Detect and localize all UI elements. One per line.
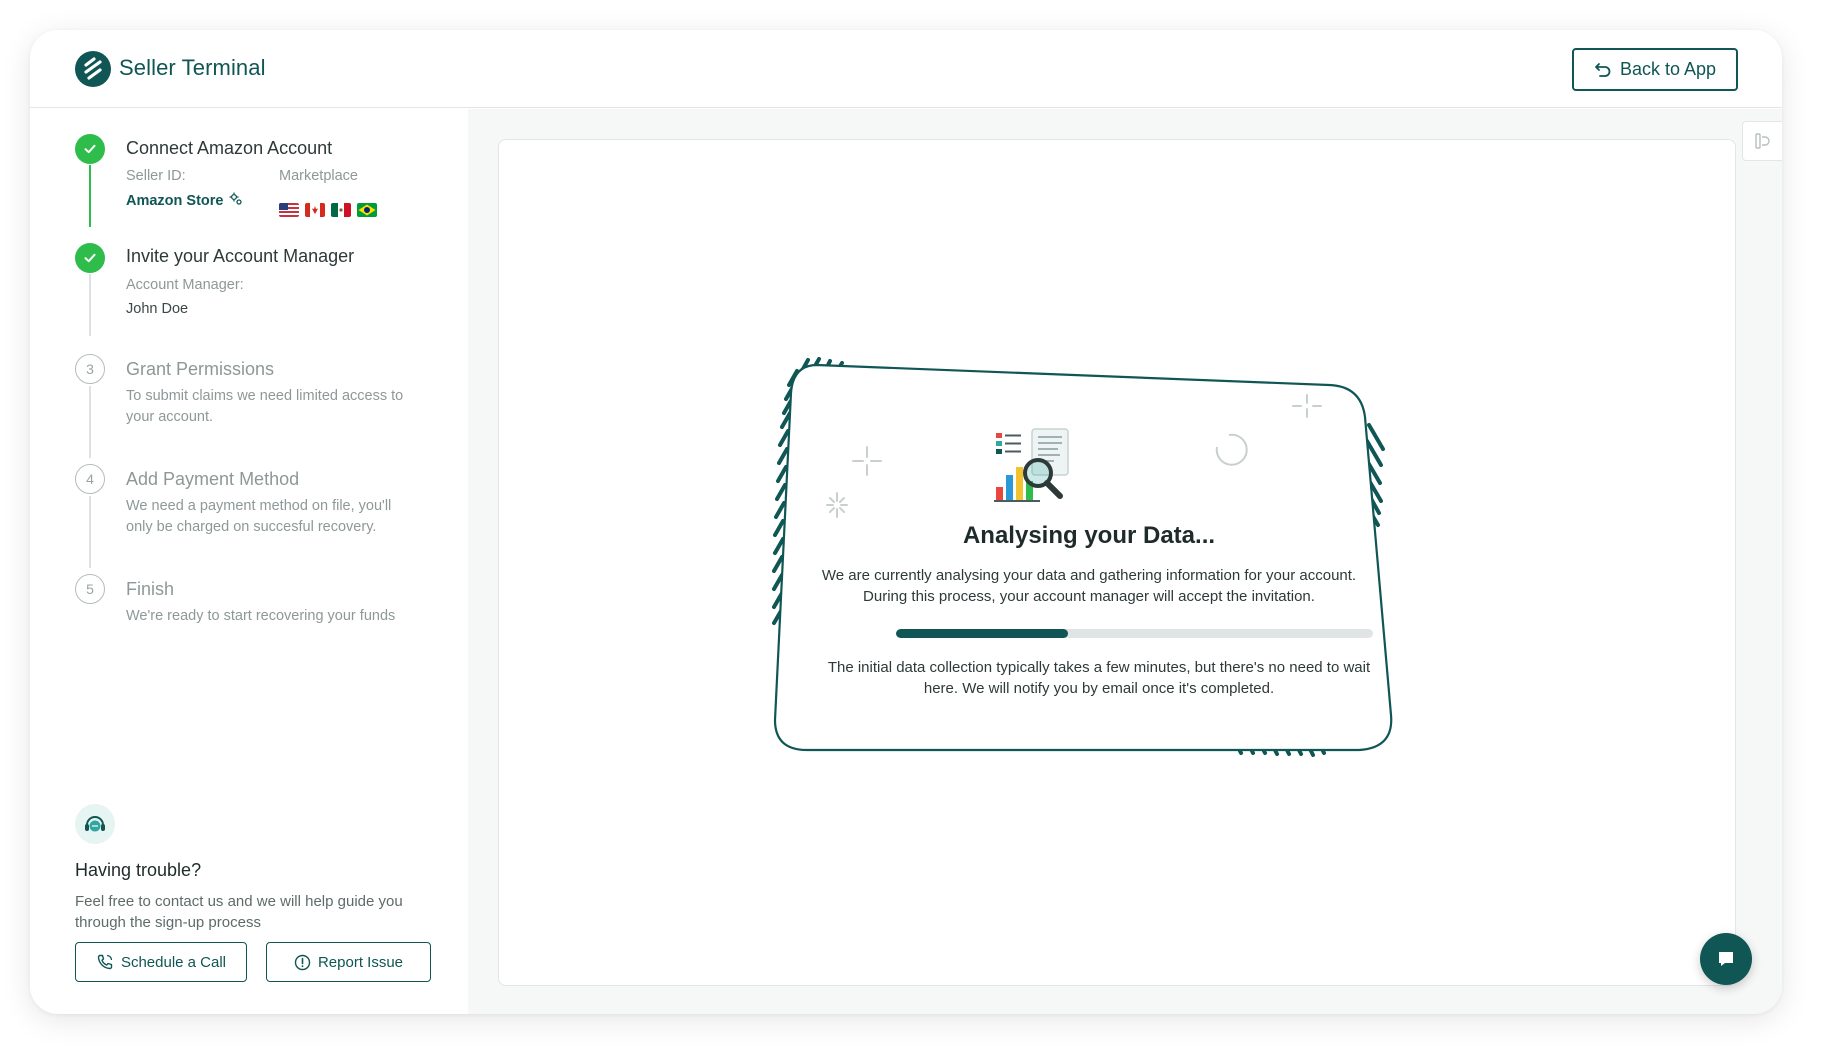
headset-chat-icon bbox=[75, 804, 115, 844]
brand-name: Seller Terminal bbox=[119, 55, 266, 80]
account-manager-value: John Doe bbox=[126, 301, 189, 317]
step-connector bbox=[89, 274, 91, 336]
top-header: Seller Terminal Back to App bbox=[30, 30, 1782, 108]
brazil-flag-icon bbox=[357, 203, 377, 217]
step-description: We're ready to start recovering your fun… bbox=[126, 608, 396, 624]
help-title: Having trouble? bbox=[75, 860, 202, 880]
analysis-progress-bar bbox=[896, 629, 1373, 638]
step-connector bbox=[89, 386, 91, 458]
main-content: Analysing your Data... We are currently … bbox=[468, 109, 1782, 1014]
step-description: To submit claims we need limited access … bbox=[126, 388, 404, 404]
panel-toggle-icon bbox=[1754, 133, 1770, 149]
step-title: Grant Permissions bbox=[126, 359, 275, 379]
step-connector bbox=[89, 496, 91, 568]
card-title: Analysing your Data... bbox=[962, 522, 1216, 549]
step-title: Add Payment Method bbox=[126, 469, 300, 489]
card-note: The initial data collection typically ta… bbox=[827, 659, 1371, 697]
phone-call-icon bbox=[97, 954, 113, 970]
back-to-app-button[interactable]: Back to App bbox=[1572, 48, 1738, 91]
marketplace-flags bbox=[279, 203, 377, 217]
onboarding-sidebar: Connect Amazon Account Seller ID: Amazon… bbox=[30, 109, 468, 1014]
app-window: Seller Terminal Back to App Connect Amaz… bbox=[30, 30, 1782, 1014]
us-flag-icon bbox=[279, 203, 299, 217]
check-icon bbox=[75, 134, 105, 164]
data-analysis-icon bbox=[994, 428, 1069, 502]
help-text: Feel free to contact us and we will help… bbox=[75, 893, 403, 931]
step-description: only be charged on succesful recovery. bbox=[126, 519, 377, 535]
step-number-badge: 4 bbox=[75, 464, 105, 494]
schedule-call-button[interactable]: Schedule a Call bbox=[75, 942, 247, 982]
check-icon bbox=[75, 243, 105, 273]
step-number-badge: 3 bbox=[75, 354, 105, 384]
progress-fill bbox=[896, 629, 1068, 638]
card-frame bbox=[772, 357, 1393, 757]
step-title: Invite your Account Manager bbox=[126, 246, 355, 266]
step-number-badge: 5 bbox=[75, 574, 105, 604]
canada-flag-icon bbox=[305, 203, 325, 217]
chat-bubble-icon bbox=[1719, 952, 1733, 966]
step-description: your account. bbox=[126, 409, 214, 425]
step-title: Finish bbox=[126, 579, 175, 599]
marketplace-label: Marketplace bbox=[279, 168, 358, 184]
seller-terminal-logo bbox=[75, 51, 111, 87]
chat-launcher-button[interactable] bbox=[1700, 933, 1752, 985]
seller-id-label: Seller ID: bbox=[126, 168, 186, 184]
undo-arrow-icon bbox=[1595, 62, 1611, 77]
step-description: We need a payment method on file, you'll bbox=[126, 498, 392, 514]
mexico-flag-icon bbox=[331, 203, 351, 217]
report-issue-button[interactable]: Report Issue bbox=[266, 942, 431, 982]
analysing-card: Analysing your Data... We are currently … bbox=[769, 355, 1409, 765]
step-connector bbox=[89, 165, 91, 227]
gear-swap-icon bbox=[229, 192, 242, 205]
report-issue-label: Report Issue bbox=[317, 953, 404, 971]
account-manager-label: Account Manager: bbox=[126, 277, 244, 293]
seller-id-value: Amazon Store bbox=[126, 191, 244, 212]
card-description: We are currently analysing your data and… bbox=[821, 567, 1357, 605]
content-panel: Analysing your Data... We are currently … bbox=[498, 139, 1736, 986]
seller-id-text: Amazon Store bbox=[126, 193, 224, 209]
schedule-call-label: Schedule a Call bbox=[120, 953, 227, 971]
step-title: Connect Amazon Account bbox=[126, 138, 333, 158]
info-circle-icon bbox=[294, 954, 311, 970]
back-to-app-label: Back to App bbox=[1619, 59, 1717, 79]
sidebar-toggle-button[interactable] bbox=[1742, 121, 1782, 161]
